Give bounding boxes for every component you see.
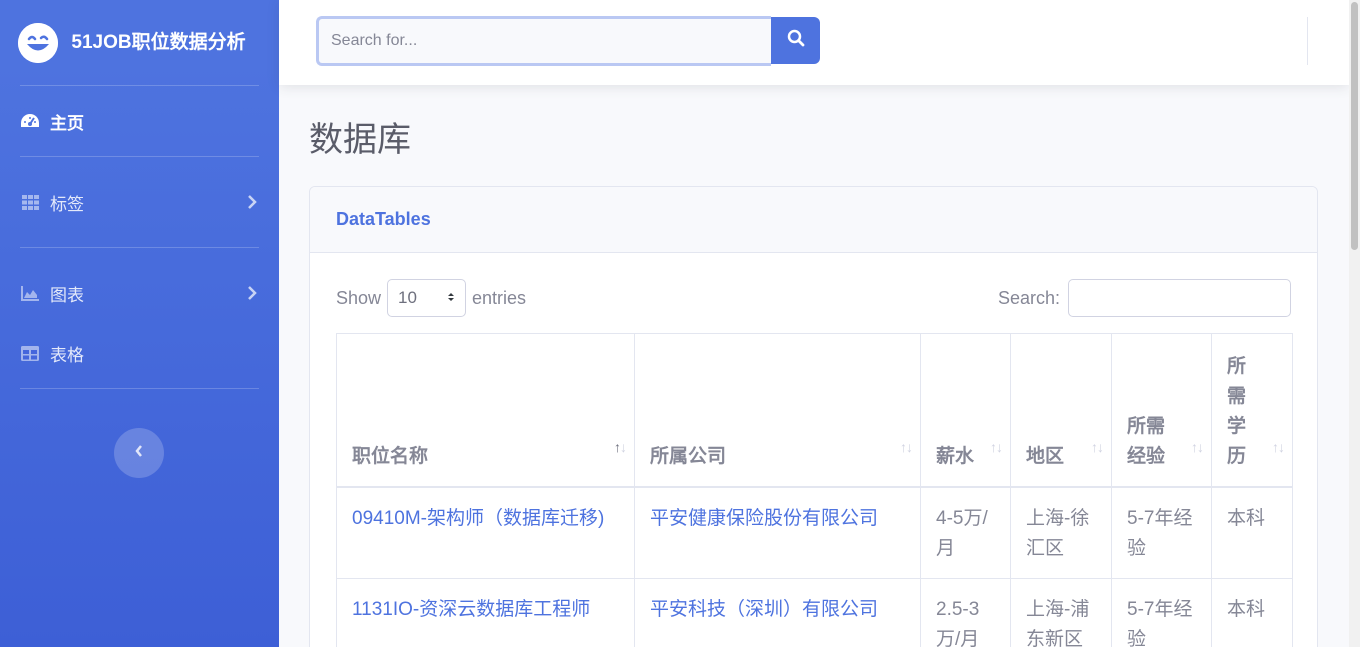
company-link[interactable]: 平安科技（深圳）有限公司: [650, 599, 878, 620]
sidebar-item-home[interactable]: 主页: [0, 86, 279, 156]
chevron-right-icon: [247, 285, 259, 301]
column-header-label: 所需学历: [1227, 355, 1247, 467]
brand[interactable]: 51JOB职位数据分析: [0, 0, 279, 85]
grid-icon: [20, 193, 40, 211]
company-link[interactable]: 平安健康保险股份有限公司: [650, 508, 878, 529]
chevron-left-icon: [134, 444, 144, 463]
sidebar-item-label: 标签: [50, 194, 84, 214]
sort-icon: ↑↓: [1272, 438, 1285, 455]
entries-length-control: Show 10 entries: [336, 279, 526, 317]
search-button[interactable]: [771, 17, 820, 64]
table-cell: 上海-徐汇区: [1010, 486, 1112, 579]
datatable-controls: Show 10 entries Search:: [336, 279, 1291, 317]
sort-icon: ↑↓: [1191, 438, 1204, 455]
sort-icon: ↑↓: [614, 438, 627, 455]
column-header-label: 薪水: [936, 445, 975, 467]
table-search-input[interactable]: [1068, 279, 1291, 317]
table-cell: 平安科技（深圳）有限公司: [634, 577, 921, 647]
table-search: Search:: [998, 279, 1291, 317]
table-search-label: Search:: [997, 287, 1060, 308]
table-header-row: 职位名称 ↑↓ 所属公司 ↑↓ 薪水 ↑↓ 地区 ↑↓ 所需经验 ↑↓ 所需学历 ↑↓: [336, 333, 1293, 488]
sidebar-item-tables[interactable]: 表格: [0, 328, 279, 378]
column-header-job-title[interactable]: 职位名称 ↑↓: [336, 333, 635, 488]
table-row: 09410M-架构师（数据库迁移) 平安健康保险股份有限公司 4-5万/月 上海…: [336, 486, 1293, 579]
table-cell: 4-5万/月: [920, 486, 1011, 579]
sidebar-toggle-button[interactable]: [114, 428, 164, 478]
sidebar-item-label: 主页: [50, 113, 84, 133]
table-cell: 5-7年经验: [1111, 577, 1212, 647]
column-header-region[interactable]: 地区 ↑↓: [1010, 333, 1112, 488]
sidebar-item-label: 表格: [50, 345, 84, 365]
sidebar-item-tags[interactable]: 标签: [0, 157, 279, 247]
table-cell: 09410M-架构师（数据库迁移): [336, 486, 635, 579]
table-cell: 本科: [1211, 486, 1293, 579]
column-header-company[interactable]: 所属公司 ↑↓: [634, 333, 921, 488]
column-header-label: 地区: [1026, 445, 1065, 467]
column-header-education[interactable]: 所需学历 ↑↓: [1211, 333, 1293, 488]
select-arrows-icon: [447, 288, 455, 308]
column-header-label: 所需经验: [1127, 415, 1166, 467]
laugh-wink-icon: [18, 22, 58, 63]
column-header-salary[interactable]: 薪水 ↑↓: [920, 333, 1011, 488]
search-icon: [787, 29, 805, 52]
table-cell: 本科: [1211, 577, 1293, 647]
sort-icon: ↑↓: [990, 438, 1003, 455]
search-input[interactable]: [316, 16, 771, 66]
datatable-card: DataTables Show 10 entries Search: 职位名称 ↑…: [309, 186, 1318, 647]
brand-title: 51JOB职位数据分析: [71, 31, 246, 53]
show-label: Show: [336, 287, 382, 308]
dashboard-icon: [20, 112, 40, 130]
chevron-right-icon: [247, 194, 259, 210]
table-cell: 2.5-3万/月: [920, 577, 1011, 647]
area-chart-icon: [20, 284, 40, 302]
job-title-link[interactable]: 1131IO-资深云数据库工程师: [352, 599, 590, 620]
column-header-experience[interactable]: 所需经验 ↑↓: [1111, 333, 1212, 488]
page-title: 数据库: [309, 121, 411, 159]
sidebar-divider: [20, 388, 259, 389]
scrollbar-thumb[interactable]: [1351, 2, 1358, 250]
entries-value: 10: [398, 288, 417, 307]
topbar: [279, 0, 1349, 85]
table-cell: 5-7年经验: [1111, 486, 1212, 579]
job-title-link[interactable]: 09410M-架构师（数据库迁移): [352, 508, 604, 529]
table-row: 1131IO-资深云数据库工程师 平安科技（深圳）有限公司 2.5-3万/月 上…: [336, 577, 1293, 647]
sort-icon: ↑↓: [900, 438, 913, 455]
card-title: DataTables: [336, 209, 431, 229]
table-cell: 1131IO-资深云数据库工程师: [336, 577, 635, 647]
page-scrollbar[interactable]: [1349, 0, 1360, 647]
table-cell: 平安健康保险股份有限公司: [634, 486, 921, 579]
table-cell: 上海-浦东新区: [1010, 577, 1112, 647]
entries-select[interactable]: 10: [387, 279, 467, 317]
topbar-search: [316, 16, 820, 66]
sidebar-item-label: 图表: [50, 285, 84, 305]
entries-label: entries: [472, 287, 527, 308]
column-header-label: 职位名称: [352, 445, 429, 467]
data-table: 职位名称 ↑↓ 所属公司 ↑↓ 薪水 ↑↓ 地区 ↑↓ 所需经验 ↑↓ 所需学历 ↑↓ 09…: [336, 333, 1293, 647]
sidebar: 51JOB职位数据分析 主页 标签 图表 表格: [0, 0, 279, 647]
column-header-label: 所属公司: [650, 445, 727, 467]
card-header: DataTables: [310, 187, 1317, 253]
table-icon: [20, 344, 40, 362]
sort-icon: ↑↓: [1091, 438, 1104, 455]
topbar-divider: [1307, 17, 1308, 65]
